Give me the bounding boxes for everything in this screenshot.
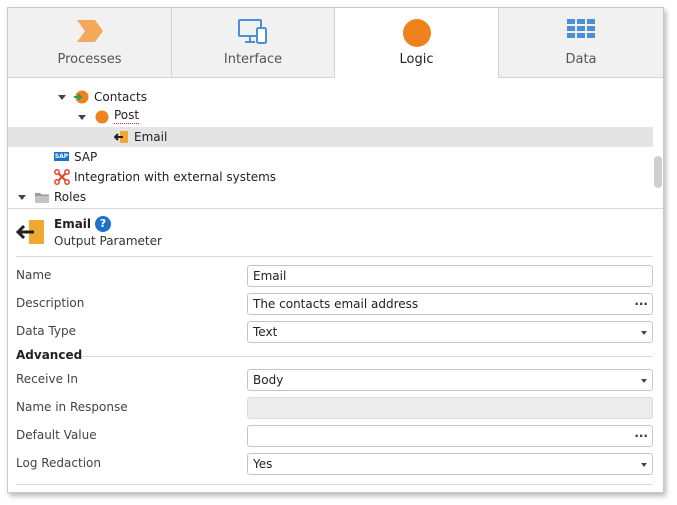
bottom-divider <box>16 484 653 485</box>
description-value: The contacts email address <box>253 297 419 311</box>
tree-item-label: SAP <box>74 150 98 164</box>
name-input[interactable]: Email <box>247 265 653 287</box>
default-value-label: Default Value <box>16 428 97 442</box>
description-more-button[interactable]: ... <box>634 291 648 311</box>
tree-item-label: Email <box>134 130 168 144</box>
tab-bar: Processes Interface Logic Data <box>8 8 663 78</box>
properties-panel: Processes Interface Logic Data Contacts … <box>7 7 664 493</box>
name-label: Name <box>16 268 52 282</box>
expand-arrow-icon[interactable] <box>78 115 86 120</box>
header-divider <box>16 256 653 257</box>
output-parameter-icon <box>113 130 129 150</box>
tab-processes[interactable]: Processes <box>8 8 172 77</box>
help-icon[interactable]: ? <box>95 216 111 232</box>
receive-in-select[interactable]: Body <box>247 369 653 391</box>
tab-processes-label: Processes <box>57 52 122 67</box>
log-redaction-label: Log Redaction <box>16 456 101 470</box>
description-label: Description <box>16 296 85 310</box>
data-table-icon <box>566 18 596 45</box>
data-type-select[interactable]: Text <box>247 321 653 343</box>
tree-item-email[interactable]: Email <box>8 127 653 147</box>
rest-api-icon <box>73 89 89 111</box>
advanced-section-title: Advanced <box>16 348 83 362</box>
tree-item-label: Contacts <box>94 90 147 104</box>
name-in-response-label: Name in Response <box>16 400 128 414</box>
receive-in-value: Body <box>253 373 284 387</box>
tab-data[interactable]: Data <box>499 8 663 77</box>
expand-arrow-icon[interactable] <box>18 195 26 200</box>
tree-item-label: Post <box>114 108 140 124</box>
expand-arrow-icon[interactable] <box>58 95 66 100</box>
default-value-more-button[interactable]: ... <box>634 423 648 443</box>
logic-circle-icon <box>402 18 432 51</box>
element-type-icon <box>15 219 46 248</box>
description-input[interactable]: The contacts email address ... <box>247 293 653 315</box>
tab-data-label: Data <box>565 52 597 67</box>
name-in-response-input <box>247 397 653 419</box>
default-value-input[interactable]: ... <box>247 425 653 447</box>
panel-divider <box>8 208 663 209</box>
chevron-down-icon <box>641 379 647 383</box>
element-subtitle: Output Parameter <box>54 234 162 248</box>
receive-in-label: Receive In <box>16 372 78 386</box>
chevron-down-icon <box>641 463 647 467</box>
tree-item-label: Integration with external systems <box>74 170 277 184</box>
data-type-value: Text <box>253 325 278 339</box>
element-title: Email <box>54 217 92 231</box>
data-type-label: Data Type <box>16 324 77 338</box>
tab-interface[interactable]: Interface <box>172 8 335 77</box>
processes-chevron-icon <box>75 18 105 47</box>
folder-icon <box>34 190 50 210</box>
tab-logic[interactable]: Logic <box>335 8 499 78</box>
name-value: Email <box>253 269 287 283</box>
log-redaction-select[interactable]: Yes <box>247 453 653 475</box>
log-redaction-value: Yes <box>253 457 273 471</box>
tree-scrollbar[interactable] <box>654 156 662 188</box>
tree-item-label: Roles <box>54 190 87 204</box>
logic-tree: Contacts Post Email SAP SAP Integration … <box>8 78 663 208</box>
tab-logic-label: Logic <box>399 52 434 67</box>
advanced-divider <box>82 356 653 357</box>
sap-logo-icon: SAP <box>54 152 69 161</box>
chevron-down-icon <box>641 331 647 335</box>
tab-interface-label: Interface <box>223 52 283 67</box>
interface-devices-icon <box>237 18 269 49</box>
